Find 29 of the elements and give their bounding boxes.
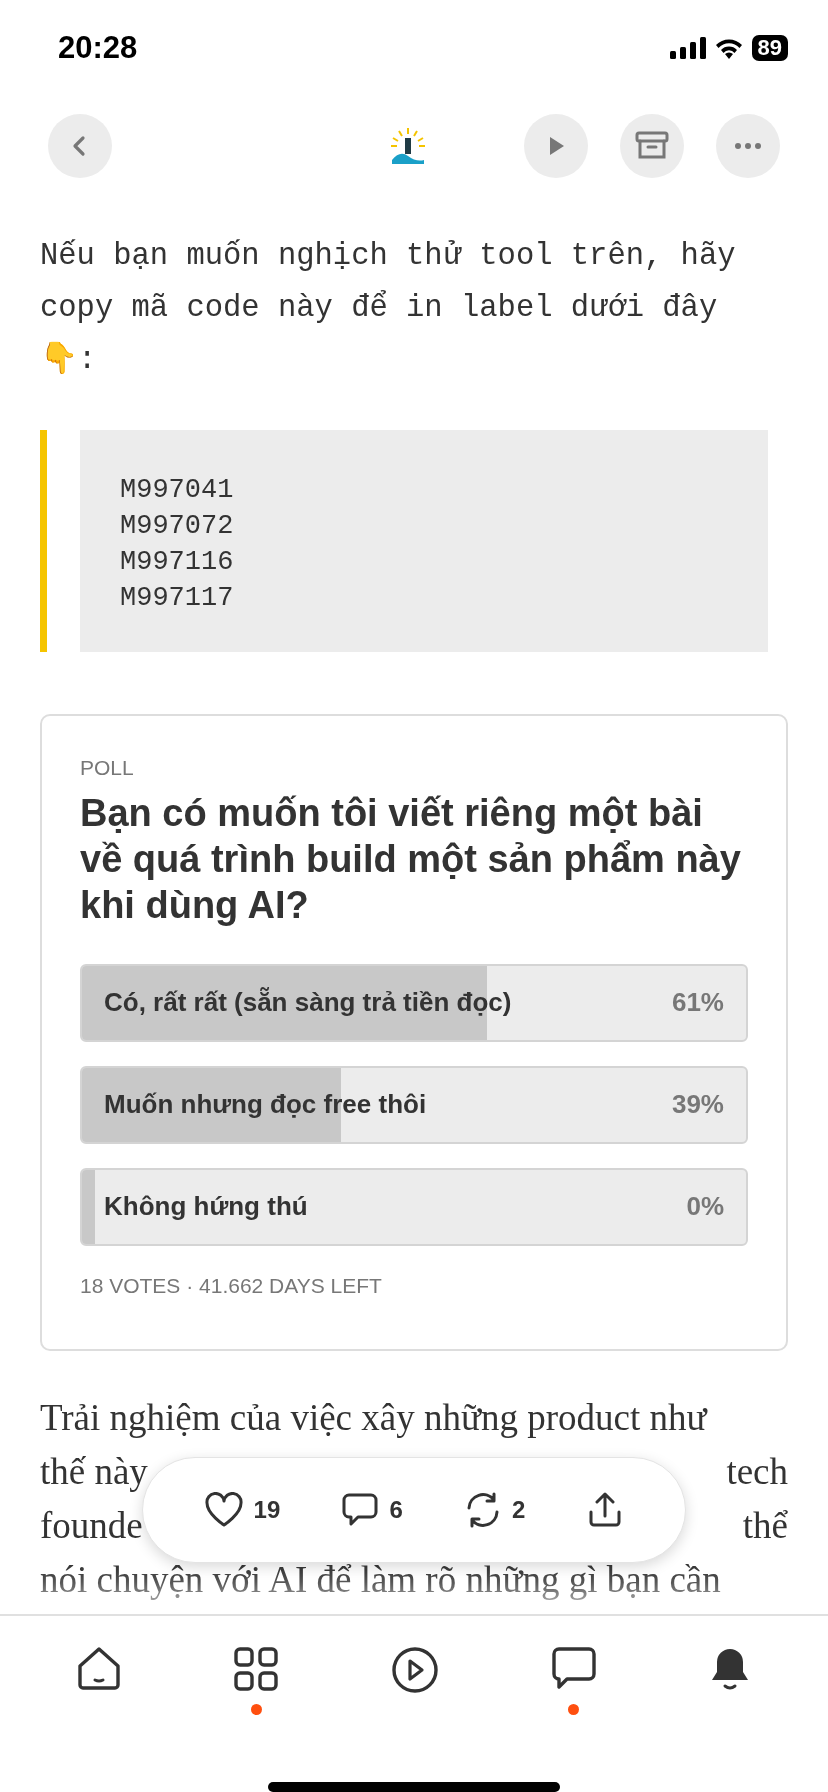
poll-option[interactable]: Có, rất rất (sẵn sàng trả tiền đọc) 61% [80, 963, 748, 1042]
poll-footer: 18 VOTES · 41.662 DAYS LEFT [80, 1273, 748, 1298]
body-text: tech [726, 1449, 788, 1494]
code-block: M997041 M997072 M997116 M997117 [80, 429, 768, 652]
archive-box-icon [635, 130, 669, 161]
lighthouse-logo [388, 125, 428, 166]
body-text: thế này [40, 1449, 148, 1494]
poll-label: POLL [80, 755, 135, 780]
like-button[interactable]: 19 [199, 1487, 285, 1532]
home-icon [75, 1646, 122, 1693]
more-icon [734, 141, 762, 150]
body-text: founde [40, 1503, 143, 1548]
comment-button[interactable]: 6 [337, 1487, 407, 1532]
intro-paragraph: Nếu bạn muốn nghịch thử tool trên, hãy copy mã code này để in label dưới đây 👇: [40, 237, 737, 379]
body-text: nói chuyện với AI để làm rõ những gì bạn cần [40, 1557, 721, 1602]
body-text: Trải nghiệm của việc xây những product như [40, 1395, 707, 1440]
status-time: 20:28 [58, 29, 138, 66]
battery-level: 89 [751, 34, 788, 61]
poll-option[interactable]: Muốn nhưng đọc free thôi 39% [80, 1065, 748, 1144]
body-text: thể [742, 1503, 788, 1548]
poll-question: Bạn có muốn tôi viết riêng một bài về quá trình build một sản phẩm này khi dùng AI? [80, 790, 742, 928]
speech-bubble-icon [341, 1491, 380, 1528]
heart-icon [203, 1491, 244, 1528]
poll-option[interactable]: Không hứng thú 0% [80, 1167, 748, 1246]
wifi-icon [713, 36, 744, 59]
grid-icon [233, 1646, 280, 1693]
restack-button[interactable]: 2 [459, 1487, 530, 1532]
signal-icon [669, 36, 706, 59]
play-circle-icon [391, 1646, 439, 1695]
